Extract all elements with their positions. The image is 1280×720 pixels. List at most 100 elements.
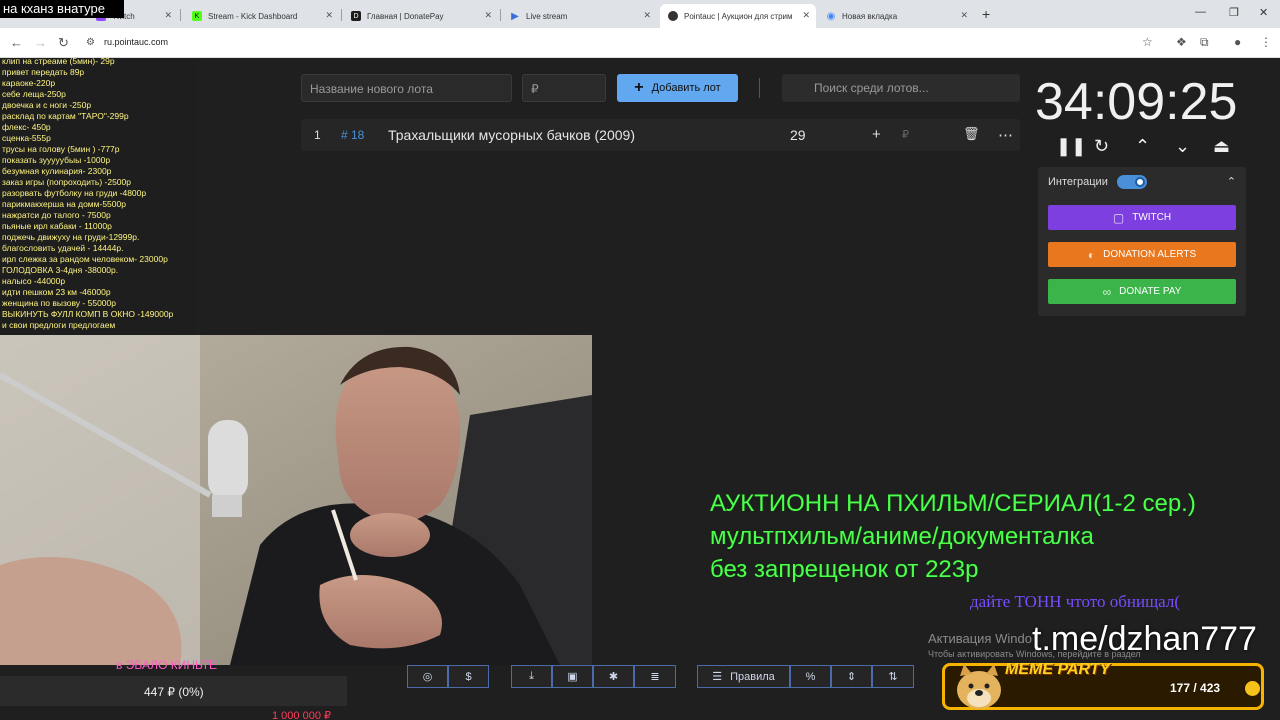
add-amount-icon[interactable]: + bbox=[872, 126, 881, 143]
rule-item: благословить удачей - 14444р. bbox=[2, 243, 124, 253]
site-info-icon[interactable]: ⚙ bbox=[86, 37, 95, 48]
lot-row[interactable]: 1 # 18 Трахальщики мусорных бачков (2009… bbox=[301, 119, 1020, 151]
rule-item: заказ игры (попроходить) -2500р bbox=[2, 177, 131, 187]
announce-line-2: мультпхильм/аниме/документалка bbox=[710, 523, 1094, 550]
rule-item: парикмакхерша на домм-5500р bbox=[2, 199, 126, 209]
percent-button[interactable]: % bbox=[790, 665, 831, 688]
compress-button[interactable]: ⇕ bbox=[831, 665, 872, 688]
close-icon[interactable]: ✕ bbox=[643, 10, 651, 21]
extension-icon[interactable]: ❖ bbox=[1176, 35, 1187, 49]
rule-item: безумная кулинария- 2300р bbox=[2, 166, 112, 176]
save-button[interactable]: ▣ bbox=[552, 665, 593, 688]
download-button[interactable]: ⤓ bbox=[511, 665, 552, 688]
delete-icon[interactable]: 🗑 bbox=[963, 126, 980, 142]
tab-new[interactable]: ◉ Новая вкладка ✕ bbox=[818, 4, 974, 28]
overlay-caption: на кханз внатуре bbox=[0, 0, 124, 18]
percent-icon: % bbox=[805, 670, 816, 683]
close-icon[interactable]: ✕ bbox=[164, 10, 172, 21]
price-list-overlay: клип на стреаме (5мин)- 29р привет перед… bbox=[0, 56, 196, 363]
telegram-link: t.me/dzhan777 bbox=[1032, 620, 1257, 658]
tab-label: Stream - Kick Dashboard bbox=[208, 11, 298, 21]
rules-button[interactable]: ☰ Правила bbox=[697, 665, 790, 688]
tab-label: Pointauc | Аукцион для стрим bbox=[684, 11, 793, 21]
search-input[interactable]: Поиск среди лотов... bbox=[782, 74, 1020, 102]
meme-party-count: 177 / 423 bbox=[1170, 681, 1221, 695]
url-field[interactable]: ru.pointauc.com bbox=[104, 37, 168, 47]
donation-alerts-button[interactable]: ◐ DONATION ALERTS bbox=[1048, 242, 1236, 267]
rule-item: расклад по картам "ТАРО"-299р bbox=[2, 111, 129, 121]
clear-list-icon: ≣ bbox=[650, 671, 660, 683]
donate-button[interactable]: $ bbox=[448, 665, 489, 688]
pointauc-page: на кханз внатуре Название нового лота ₽ … bbox=[0, 0, 1280, 720]
total-pool: 447 ₽ (0%) bbox=[0, 676, 347, 706]
donation-alerts-label: DONATION ALERTS bbox=[1103, 249, 1197, 260]
rule-item: флекс- 450р bbox=[2, 122, 51, 132]
close-window-icon[interactable]: ✕ bbox=[1259, 6, 1268, 19]
forward-icon[interactable]: → bbox=[34, 35, 47, 50]
rule-item: нажратси до талого - 7500р bbox=[2, 210, 111, 220]
tab-kick[interactable]: K Stream - Kick Dashboard ✕ bbox=[184, 4, 339, 28]
lot-price-input[interactable]: ₽ bbox=[522, 74, 606, 102]
restart-icon[interactable]: ↻ bbox=[1094, 136, 1109, 157]
new-tab-icon[interactable]: + bbox=[982, 6, 990, 22]
bookmark-icon[interactable]: ☆ bbox=[1142, 35, 1153, 49]
add-lot-label: Добавить лот bbox=[651, 82, 721, 94]
time-max-icon[interactable]: ⏏ bbox=[1213, 136, 1230, 157]
chevron-up-icon[interactable]: ⌃ bbox=[1227, 175, 1236, 188]
pause-icon[interactable]: ❚❚ bbox=[1056, 136, 1086, 157]
integrations-toggle[interactable] bbox=[1117, 175, 1147, 189]
lot-tag: # 18 bbox=[341, 128, 365, 142]
reload-icon[interactable]: ↻ bbox=[58, 35, 69, 51]
bug-icon: ✱ bbox=[608, 671, 619, 683]
rule-item: сценка-555р bbox=[2, 133, 51, 143]
ruble-icon[interactable]: ₽ bbox=[902, 128, 909, 141]
save-icon: ▣ bbox=[567, 671, 578, 683]
close-icon[interactable]: ✕ bbox=[960, 10, 968, 21]
clear-lots-button[interactable]: ≣ bbox=[634, 665, 676, 688]
maximize-icon[interactable]: ❐ bbox=[1229, 6, 1239, 19]
github-icon: ◎ bbox=[422, 671, 433, 683]
rule-item: показать зууууубыы -1000р bbox=[2, 155, 111, 165]
close-icon[interactable]: ✕ bbox=[484, 10, 492, 21]
tab-pointauc[interactable]: Pointauc | Аукцион для стрим ✕ bbox=[660, 4, 816, 28]
avatar[interactable]: ● bbox=[1234, 35, 1241, 49]
time-down-icon[interactable]: ⌄ bbox=[1175, 136, 1190, 157]
lot-amount[interactable]: 29 bbox=[790, 127, 806, 143]
rule-item: привет передать 89р bbox=[2, 67, 85, 77]
lot-title[interactable]: Трахальщики мусорных бачков (2009) bbox=[388, 127, 635, 143]
pointauc-icon bbox=[668, 11, 678, 21]
donation-alerts-icon: ◐ bbox=[1087, 247, 1096, 262]
tab-donatepay[interactable]: D Главная | DonatePay ✕ bbox=[343, 4, 498, 28]
announce-line-1: АУКТИОНН НА ПХИЛЬМ/СЕРИАЛ(1-2 сер.) bbox=[710, 490, 1196, 517]
dollar-icon: $ bbox=[465, 670, 472, 683]
lot-name-input[interactable]: Название нового лота bbox=[301, 74, 512, 102]
twitch-button[interactable]: ▢ TWITCH bbox=[1048, 205, 1236, 230]
rule-item: караоке-220р bbox=[2, 78, 56, 88]
menu-icon[interactable]: ⋮ bbox=[1260, 35, 1272, 49]
webcam-feed bbox=[0, 335, 592, 665]
bug-report-button[interactable]: ✱ bbox=[593, 665, 634, 688]
donatepay-button[interactable]: ∞ DONATE PAY bbox=[1048, 279, 1236, 304]
sort-button[interactable]: ⇅ bbox=[872, 665, 914, 688]
rule-item: ирл слежка за рандом человеком- 23000р bbox=[2, 254, 168, 264]
back-icon[interactable]: ← bbox=[10, 35, 23, 50]
add-lot-button[interactable]: + Добавить лот bbox=[617, 74, 738, 102]
github-button[interactable]: ◎ bbox=[407, 665, 448, 688]
more-icon[interactable]: ⋯ bbox=[998, 126, 1013, 144]
rule-item: двоечка и с ноги -250р bbox=[2, 100, 92, 110]
time-up-icon[interactable]: ⌃ bbox=[1135, 136, 1150, 157]
close-icon[interactable]: ✕ bbox=[325, 10, 333, 21]
integrations-label: Интеграции bbox=[1048, 176, 1108, 188]
tab-live-stream[interactable]: ▶ Live stream ✕ bbox=[502, 4, 657, 28]
chrome-icon: ◉ bbox=[826, 10, 836, 22]
rule-item: ВЫКИНУТЬ ФУЛЛ КОМП В ОКНО -149000р bbox=[2, 309, 174, 319]
minimize-icon[interactable]: — bbox=[1195, 6, 1206, 18]
announce-line-3: без запрещенок от 223р bbox=[710, 556, 979, 583]
address-bar: ← → ↻ ⚙ ru.pointauc.com ☆ ❖ ⧉ ● ⋮ bbox=[0, 28, 1280, 58]
lot-index: 1 bbox=[314, 128, 321, 142]
close-icon[interactable]: ✕ bbox=[802, 10, 810, 21]
puzzle-icon[interactable]: ⧉ bbox=[1200, 35, 1209, 50]
rule-item: себе леща-250р bbox=[2, 89, 66, 99]
total-pool-value: 447 ₽ (0%) bbox=[144, 685, 204, 699]
list-icon: ☰ bbox=[712, 671, 723, 683]
